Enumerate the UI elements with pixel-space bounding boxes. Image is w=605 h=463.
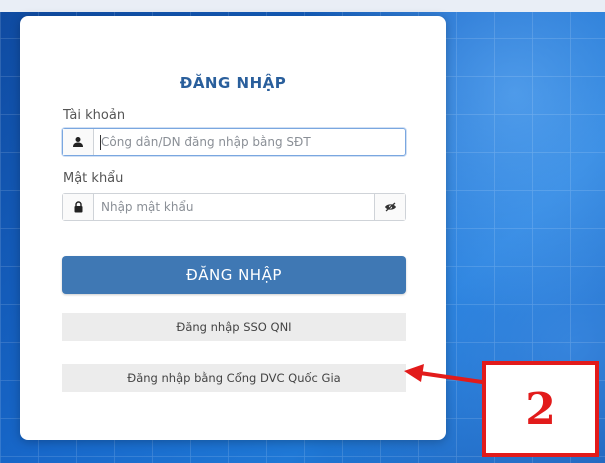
password-label: Mật khẩu bbox=[63, 171, 124, 186]
username-label: Tài khoản bbox=[63, 108, 126, 123]
top-cropped-strip bbox=[0, 0, 605, 12]
lock-icon bbox=[63, 194, 94, 220]
password-input[interactable] bbox=[101, 194, 381, 220]
arrow-left-icon bbox=[404, 364, 484, 384]
sso-login-button[interactable]: Đăng nhập SSO QNI bbox=[62, 313, 406, 341]
national-portal-login-button[interactable]: Đăng nhập bằng Cổng DVC Quốc Gia bbox=[62, 364, 406, 392]
username-field[interactable] bbox=[62, 128, 406, 156]
login-title: ĐĂNG NHẬP bbox=[179, 74, 287, 92]
login-card: ĐĂNG NHẬP Tài khoản Mật khẩu bbox=[20, 16, 446, 440]
eye-slash-icon[interactable] bbox=[374, 194, 405, 220]
user-icon bbox=[63, 129, 94, 155]
username-input[interactable] bbox=[101, 129, 381, 155]
login-submit-button[interactable]: ĐĂNG NHẬP bbox=[62, 256, 406, 294]
password-field[interactable] bbox=[62, 193, 406, 221]
annotation-callout: 2 bbox=[482, 361, 599, 457]
